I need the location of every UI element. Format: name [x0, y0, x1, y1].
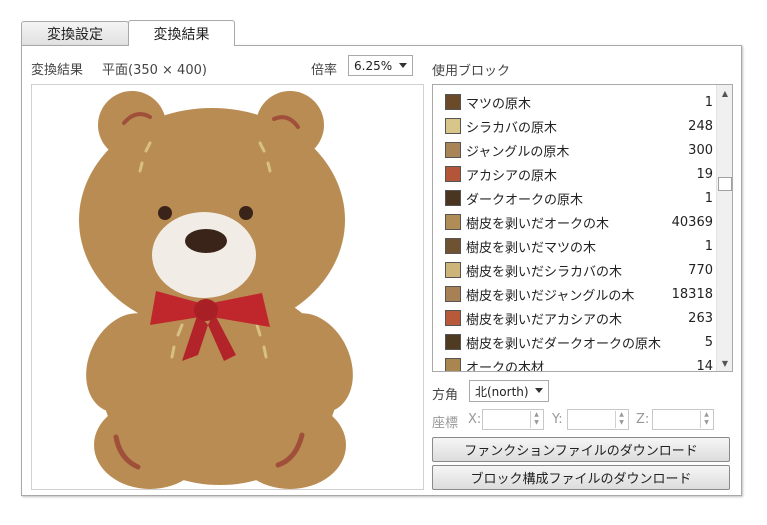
block-name: アカシアの原木 — [466, 168, 558, 184]
x-coord-input[interactable]: ▲ ▼ — [482, 409, 544, 430]
block-count: 40369 — [671, 214, 713, 230]
spruce-log-icon — [445, 94, 461, 110]
jungle-log-icon — [445, 142, 461, 158]
birch-log-icon — [445, 118, 461, 134]
list-item[interactable]: シラカバの原木 248 — [433, 114, 717, 138]
stripped-birch-wood-icon — [445, 262, 461, 278]
list-item[interactable]: 樹皮を剥いだダークオークの原木 5 — [433, 330, 717, 354]
block-name: シラカバの原木 — [466, 120, 558, 136]
list-item[interactable]: 樹皮を剥いだシラカバの木 770 — [433, 258, 717, 282]
block-count: 248 — [688, 118, 713, 134]
direction-select[interactable]: 北(north) — [469, 380, 549, 402]
download-structure-button[interactable]: ブロック構成ファイルのダウンロード — [432, 465, 730, 490]
block-count: 19 — [696, 166, 713, 182]
scroll-thumb[interactable] — [718, 177, 732, 191]
scroll-up-icon[interactable]: ▲ — [717, 85, 732, 101]
list-item[interactable]: 樹皮を剥いだアカシアの木 263 — [433, 306, 717, 330]
coords-label: 座標 — [432, 416, 459, 431]
zoom-label: 倍率 — [311, 63, 338, 78]
block-count: 1 — [704, 238, 713, 254]
tab-conversion-settings[interactable]: 変換設定 — [21, 21, 129, 45]
x-label: X: — [468, 412, 482, 427]
block-name: オークの木材 — [466, 360, 545, 372]
block-name: 樹皮を剥いだマツの木 — [466, 240, 597, 256]
list-item[interactable]: 樹皮を剥いだジャングルの木 18318 — [433, 282, 717, 306]
stripped-dark-oak-log-icon — [445, 334, 461, 350]
stepper-icon[interactable]: ▲ ▼ — [530, 411, 542, 428]
direction-label: 方角 — [432, 388, 459, 403]
stripped-acacia-wood-icon — [445, 310, 461, 326]
list-item[interactable]: ダークオークの原木 1 — [433, 186, 717, 210]
block-count: 14 — [696, 358, 713, 372]
block-name: 樹皮を剥いだダークオークの原木 — [466, 336, 662, 352]
chevron-down-icon — [399, 63, 407, 68]
block-name: ジャングルの原木 — [466, 144, 570, 160]
preview-canvas[interactable] — [31, 84, 424, 490]
block-name: ダークオークの原木 — [466, 192, 584, 208]
block-name: 樹皮を剥いだジャングルの木 — [466, 288, 635, 304]
block-count: 5 — [704, 334, 713, 350]
z-label: Z: — [636, 412, 650, 427]
download-function-button[interactable]: ファンクションファイルのダウンロード — [432, 437, 730, 462]
used-blocks-list[interactable]: マツの原木 1 シラカバの原木 248 ジャングルの原木 300 アカシアの原木 19 ダークオ… — [432, 84, 733, 372]
block-count: 770 — [688, 262, 713, 278]
block-name: マツの原木 — [466, 96, 532, 112]
acacia-log-icon — [445, 166, 461, 182]
y-label: Y: — [552, 412, 563, 427]
chevron-down-icon — [535, 388, 543, 393]
stripped-oak-wood-icon — [445, 214, 461, 230]
scroll-down-icon[interactable]: ▼ — [717, 355, 732, 371]
stripped-jungle-wood-icon — [445, 286, 461, 302]
list-item[interactable]: アカシアの原木 19 — [433, 162, 717, 186]
block-count: 1 — [704, 190, 713, 206]
used-blocks-heading: 使用ブロック — [432, 64, 511, 79]
block-count: 263 — [688, 310, 713, 326]
z-coord-input[interactable]: ▲ ▼ — [652, 409, 714, 430]
teddy-bear-preview-image — [79, 91, 353, 489]
list-item[interactable]: 樹皮を剥いだオークの木 40369 — [433, 210, 717, 234]
y-coord-input[interactable]: ▲ ▼ — [567, 409, 629, 430]
plane-size-info: 平面(350 × 400) — [102, 63, 207, 78]
block-count: 300 — [688, 142, 713, 158]
list-item[interactable]: オークの木材 14 — [433, 354, 717, 372]
result-title: 変換結果 — [31, 63, 84, 78]
stepper-icon[interactable]: ▲ ▼ — [700, 411, 712, 428]
direction-value: 北(north) — [475, 384, 529, 399]
block-count: 1 — [704, 94, 713, 110]
zoom-select[interactable]: 6.25% — [348, 55, 413, 76]
stripped-spruce-wood-icon — [445, 238, 461, 254]
block-name: 樹皮を剥いだアカシアの木 — [466, 312, 623, 328]
list-item[interactable]: ジャングルの原木 300 — [433, 138, 717, 162]
stepper-icon[interactable]: ▲ ▼ — [615, 411, 627, 428]
block-name: 樹皮を剥いだオークの木 — [466, 216, 610, 232]
dark-oak-log-icon — [445, 190, 461, 206]
list-item[interactable]: 樹皮を剥いだマツの木 1 — [433, 234, 717, 258]
block-name: 樹皮を剥いだシラカバの木 — [466, 264, 623, 280]
list-scrollbar[interactable]: ▲ ▼ — [716, 85, 732, 371]
oak-planks-icon — [445, 358, 461, 371]
tab-conversion-result[interactable]: 変換結果 — [128, 20, 235, 46]
block-count: 18318 — [671, 286, 713, 302]
zoom-value: 6.25% — [354, 58, 393, 73]
list-item[interactable]: マツの原木 1 — [433, 90, 717, 114]
